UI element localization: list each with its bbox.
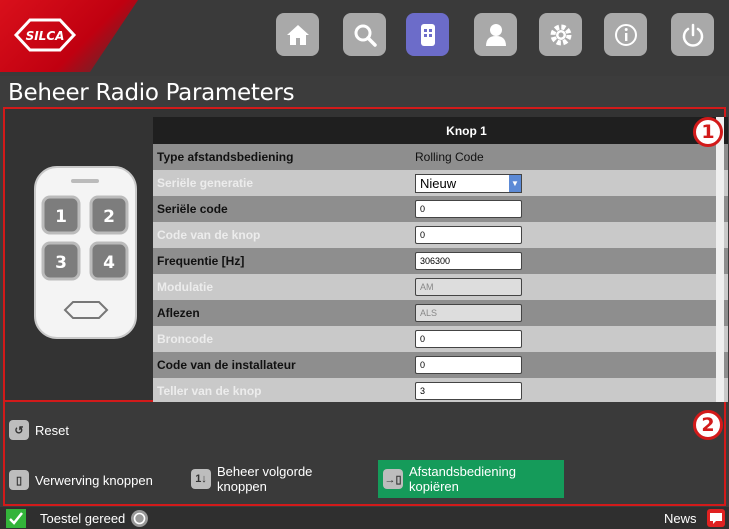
serial-generation-select[interactable]: Nieuw ▼	[415, 173, 522, 193]
modulation-field: AM	[415, 278, 522, 296]
remote-key-2: 2	[103, 207, 115, 227]
home-icon	[286, 24, 309, 45]
section-badge-2: 2	[693, 410, 723, 440]
table-row: Seriële generatie Nieuw ▼	[153, 170, 728, 196]
acquire-buttons-button[interactable]: ▯ Verwerving knoppen	[9, 470, 153, 490]
reset-label: Reset	[35, 422, 69, 438]
table-scrollbar[interactable]	[716, 117, 724, 402]
row-label: Seriële generatie	[153, 170, 407, 196]
row-label: Code van de knop	[153, 222, 407, 248]
power-button[interactable]	[671, 13, 714, 56]
label-column-header	[153, 117, 407, 144]
row-label: Aflezen	[153, 300, 407, 326]
row-label: Broncode	[153, 326, 407, 352]
table-row: Code van de knop 0	[153, 222, 728, 248]
button-order-button[interactable]: 1↓ Beheer volgorde knoppen	[191, 464, 312, 494]
select-value: Nieuw	[420, 175, 457, 191]
serial-code-input[interactable]: 0	[415, 200, 522, 218]
remote-key-1: 1	[55, 207, 67, 227]
refresh-icon[interactable]	[131, 510, 148, 527]
button-counter-input[interactable]: 3	[415, 382, 522, 400]
copy-remote-button[interactable]: →▯ Afstandsbediening kopiëren	[378, 460, 564, 498]
search-button[interactable]	[343, 13, 386, 56]
button-code-input[interactable]: 0	[415, 226, 522, 244]
news-icon[interactable]	[707, 509, 725, 527]
remote-type-value: Rolling Code	[415, 150, 484, 164]
table-row: Modulatie AM	[153, 274, 728, 300]
read-mode-field: ALS	[415, 304, 522, 322]
settings-button[interactable]	[539, 13, 582, 56]
column-header-knop: Knop 1	[407, 117, 526, 144]
table-row: Teller van de knop 3	[153, 378, 728, 402]
row-label: Code van de installateur	[153, 352, 407, 378]
table-row: Broncode 0	[153, 326, 728, 352]
user-icon	[485, 23, 506, 46]
section-badge-1: 1	[693, 117, 723, 147]
table-row: Code van de installateur 0	[153, 352, 728, 378]
table-row: Frequentie [Hz] 306300	[153, 248, 728, 274]
parameter-table: Knop 1 Type afstandsbediening Rolling Co…	[153, 117, 728, 402]
copy-remote-icon: →▯	[383, 469, 403, 489]
status-bar: Toestel gereed News	[0, 507, 729, 529]
reset-icon: ↺	[9, 420, 29, 440]
parameters-panel: 1 2 3 4 Knop 1 Type afstandsbediening Ro…	[3, 107, 728, 402]
page-title: Beheer Radio Parameters	[8, 80, 295, 106]
copy-remote-label: Afstandsbediening kopiëren	[409, 464, 516, 494]
row-label: Frequentie [Hz]	[153, 248, 407, 274]
acquire-label: Verwerving knoppen	[35, 472, 153, 488]
row-label: Seriële code	[153, 196, 407, 222]
home-button[interactable]	[276, 13, 319, 56]
remote-icon: ▯	[9, 470, 29, 490]
reset-button[interactable]: ↺ Reset	[9, 420, 69, 440]
user-button[interactable]	[474, 13, 517, 56]
button-order-label: Beheer volgorde knoppen	[217, 464, 313, 494]
table-row: Seriële code 0	[153, 196, 728, 222]
chevron-down-icon[interactable]: ▼	[509, 174, 521, 192]
status-text: Toestel gereed	[40, 511, 126, 526]
info-button[interactable]	[604, 13, 647, 56]
order-icon: 1↓	[191, 469, 211, 489]
silca-logo: SILCA	[13, 18, 77, 52]
actions-panel: 2 ↺ Reset ▯ Verwerving knoppen 1↓ Beheer…	[3, 402, 726, 506]
power-icon	[682, 23, 703, 47]
row-label: Modulatie	[153, 274, 407, 300]
frequency-input[interactable]: 306300	[415, 252, 522, 270]
row-label: Type afstandsbediening	[153, 144, 407, 170]
table-row: Type afstandsbediening Rolling Code	[153, 144, 728, 170]
row-label: Teller van de knop	[153, 378, 407, 402]
news-label[interactable]: News	[664, 511, 697, 526]
remote-key-4: 4	[103, 253, 115, 273]
remote-icon	[420, 23, 435, 46]
header-bar: SILCA	[0, 0, 729, 76]
gear-icon	[550, 24, 571, 45]
svg-text:SILCA: SILCA	[26, 29, 65, 43]
remote-key-3: 3	[55, 253, 67, 273]
info-icon	[614, 23, 637, 46]
source-code-input[interactable]: 0	[415, 330, 522, 348]
table-row: Aflezen ALS	[153, 300, 728, 326]
checkmark-icon	[6, 509, 26, 528]
remote-button[interactable]	[406, 13, 449, 56]
remote-control-image: 1 2 3 4	[34, 166, 137, 339]
installer-code-input[interactable]: 0	[415, 356, 522, 374]
search-icon	[354, 24, 377, 47]
